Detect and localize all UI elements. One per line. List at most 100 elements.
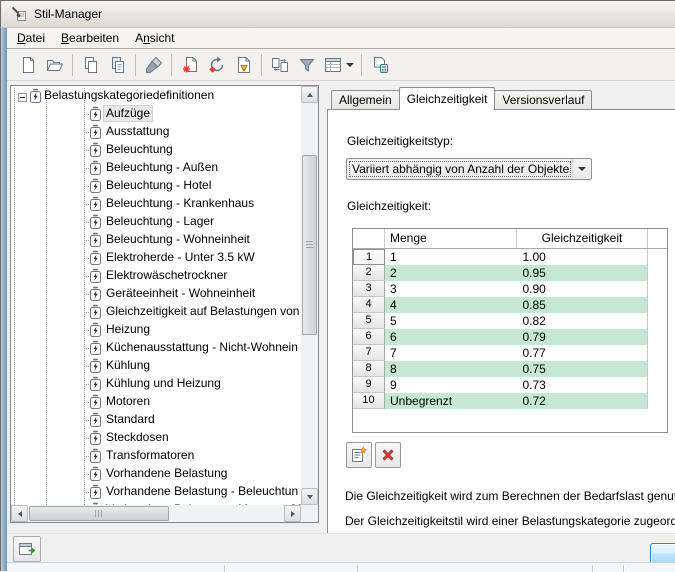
tree-item[interactable]: Beleuchtung xyxy=(11,141,301,159)
tree-item-label[interactable]: Beleuchtung xyxy=(104,142,175,157)
vertical-scrollbar-thumb[interactable] xyxy=(302,155,317,335)
row-number-cell[interactable]: 7 xyxy=(353,345,385,361)
scroll-up-button[interactable] xyxy=(301,86,318,103)
toolbar-button-paste[interactable] xyxy=(104,52,131,78)
tree-item-label[interactable]: Steckdosen xyxy=(104,430,171,445)
toolbar-button-new-style[interactable] xyxy=(176,52,203,78)
tree-item[interactable]: Geräteeinheit - Wohneinheit xyxy=(11,285,301,303)
tree-item[interactable]: Steckdosen xyxy=(11,429,301,447)
row-number-cell[interactable]: 6 xyxy=(353,329,385,345)
toolbar-button-copy[interactable] xyxy=(77,52,104,78)
tree-item-label[interactable]: Beleuchtung - Außen xyxy=(104,160,220,175)
menge-cell[interactable]: 9 xyxy=(385,377,517,393)
row-number-cell[interactable]: 1 xyxy=(353,249,385,265)
value-cell[interactable]: 0.73 xyxy=(517,377,648,393)
delete-row-button[interactable] xyxy=(375,442,401,468)
dropdown-arrow-button[interactable] xyxy=(572,159,591,179)
tree-item-label[interactable]: Motoren xyxy=(104,394,152,409)
menu-item-datei[interactable]: Datei xyxy=(9,29,53,47)
toolbar-button-send-to-drawing[interactable] xyxy=(366,52,393,78)
tree-item[interactable]: Ausstattung xyxy=(11,123,301,141)
tree-item[interactable]: Motoren xyxy=(11,393,301,411)
value-cell[interactable]: 0.75 xyxy=(517,361,648,377)
tree-root-label[interactable]: Belastungskategoriedefinitionen xyxy=(42,88,216,103)
tab-allgemein[interactable]: Allgemein xyxy=(331,90,400,109)
toolbar-button-view-options[interactable] xyxy=(320,52,357,78)
column-header-menge[interactable]: Menge xyxy=(385,229,517,248)
tree-item-label[interactable]: Aufzüge xyxy=(102,105,154,122)
tree-item-label[interactable]: Beleuchtung - Krankenhaus xyxy=(104,196,256,211)
column-header-gleichzeitigkeit[interactable]: Gleichzeitigkeit xyxy=(517,229,648,248)
tree-item-label[interactable]: Vorhandene Belastung xyxy=(104,466,229,481)
toolbar-button-transfer-styles[interactable] xyxy=(266,52,293,78)
tab-gleichzeitigkeit[interactable]: Gleichzeitigkeit xyxy=(398,87,496,110)
tree-vertical-scrollbar[interactable] xyxy=(301,86,318,505)
menge-cell[interactable]: 4 xyxy=(385,297,517,313)
tree-item[interactable]: Beleuchtung - Lager xyxy=(11,213,301,231)
tree-item-label[interactable]: Transformatoren xyxy=(104,448,196,463)
tree-item-label[interactable]: Ausstattung xyxy=(104,124,171,139)
menge-cell[interactable]: 8 xyxy=(385,361,517,377)
tree-item-label[interactable]: Standard xyxy=(104,412,157,427)
value-cell[interactable]: 0.95 xyxy=(517,265,648,281)
horizontal-scrollbar-thumb[interactable] xyxy=(29,506,169,521)
value-cell[interactable]: 0.82 xyxy=(517,313,648,329)
tree-item[interactable]: Heizung xyxy=(11,321,301,339)
tree-item[interactable]: Standard xyxy=(11,411,301,429)
tree-item-label[interactable]: Beleuchtung - Wohneinheit xyxy=(104,232,252,247)
tree-item[interactable]: Vorhandene Belastung - Beleuchtun xyxy=(11,483,301,501)
value-cell[interactable]: 0.79 xyxy=(517,329,648,345)
value-cell[interactable]: 0.85 xyxy=(517,297,648,313)
toolbar-button-purge-style[interactable] xyxy=(140,52,167,78)
tree-item[interactable]: Gleichzeitigkeit auf Belastungen von xyxy=(11,303,301,321)
tree-item-label[interactable]: Gleichzeitigkeit auf Belastungen von xyxy=(104,304,301,319)
tree-item[interactable]: Beleuchtung - Hotel xyxy=(11,177,301,195)
tree-item-label[interactable]: Beleuchtung - Lager xyxy=(104,214,216,229)
scroll-right-button[interactable] xyxy=(284,505,301,522)
tree-item[interactable]: Elektroherde - Unter 3.5 kW xyxy=(11,249,301,267)
tree-root-item[interactable]: Belastungskategoriedefinitionen xyxy=(11,87,301,105)
tree-item-label[interactable]: Küchenausstattung - Nicht-Wohnein xyxy=(104,340,300,355)
scroll-left-button[interactable] xyxy=(11,505,28,522)
tree-item-label[interactable]: Geräteeinheit - Wohneinheit xyxy=(104,286,257,301)
menge-cell[interactable]: 7 xyxy=(385,345,517,361)
apply-to-drawing-button[interactable] xyxy=(13,536,41,562)
value-cell[interactable]: 1.00 xyxy=(517,249,648,265)
toolbar-button-update-style[interactable] xyxy=(203,52,230,78)
add-row-button[interactable] xyxy=(346,442,372,468)
tree-item[interactable]: Kühlung xyxy=(11,357,301,375)
app-icon[interactable] xyxy=(11,6,27,22)
menge-cell[interactable]: Unbegrenzt xyxy=(385,393,517,409)
row-number-cell[interactable]: 9 xyxy=(353,377,385,393)
tree-item-label[interactable]: Beleuchtung - Hotel xyxy=(104,178,213,193)
value-cell[interactable]: 0.77 xyxy=(517,345,648,361)
scroll-down-button[interactable] xyxy=(301,488,318,505)
menge-cell[interactable]: 6 xyxy=(385,329,517,345)
tree-item-label[interactable]: Vorhandene Belastung - Beleuchtun xyxy=(104,484,300,499)
window-titlebar[interactable]: Stil-Manager xyxy=(0,0,675,28)
toolbar-button-open[interactable] xyxy=(41,52,68,78)
tree-item[interactable]: Elektrowäschetrockner xyxy=(11,267,301,285)
default-action-button[interactable] xyxy=(650,543,675,564)
tree-item-label[interactable]: Kühlung xyxy=(104,358,152,373)
tree-item[interactable]: Beleuchtung - Wohneinheit xyxy=(11,231,301,249)
tree-item-label[interactable]: Elektrowäschetrockner xyxy=(104,268,229,283)
toolbar-button-filter[interactable] xyxy=(293,52,320,78)
row-number-cell[interactable]: 8 xyxy=(353,361,385,377)
row-number-cell[interactable]: 4 xyxy=(353,297,385,313)
menu-item-bearbeiten[interactable]: Bearbeiten xyxy=(53,29,127,47)
tree-item[interactable]: Beleuchtung - Krankenhaus xyxy=(11,195,301,213)
tree-item-label[interactable]: Kühlung und Heizung xyxy=(104,376,223,391)
menge-cell[interactable]: 2 xyxy=(385,265,517,281)
concurrency-type-dropdown[interactable]: Variiert abhängig von Anzahl der Objekte xyxy=(346,158,592,180)
toolbar-button-check-style[interactable] xyxy=(230,52,257,78)
tree-item[interactable]: Transformatoren xyxy=(11,447,301,465)
toolbar-button-new-document[interactable] xyxy=(14,52,41,78)
collapse-icon[interactable] xyxy=(18,91,27,105)
menu-item-ansicht[interactable]: Ansicht xyxy=(127,29,182,47)
row-number-cell[interactable]: 2 xyxy=(353,265,385,281)
tree-item[interactable]: Küchenausstattung - Nicht-Wohnein xyxy=(11,339,301,357)
menge-cell[interactable]: 1 xyxy=(385,249,517,265)
menge-cell[interactable]: 5 xyxy=(385,313,517,329)
tree-item-label[interactable]: Heizung xyxy=(104,322,152,337)
